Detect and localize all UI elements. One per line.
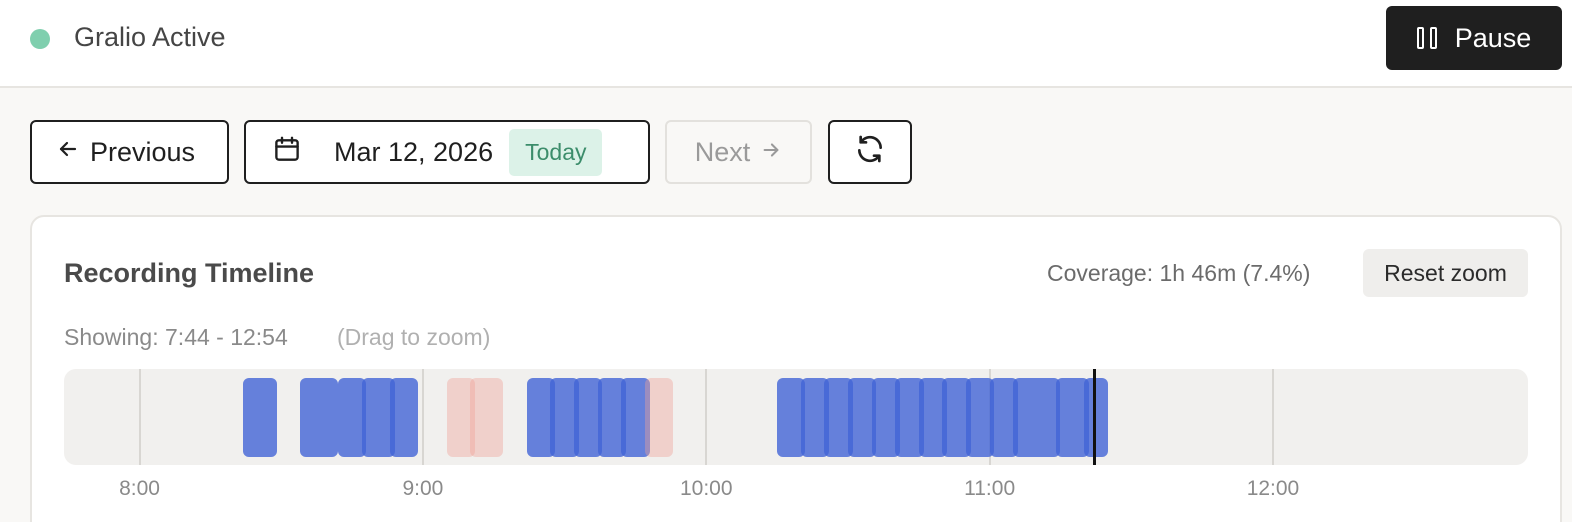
gridline: [138, 369, 141, 465]
gap-segment[interactable]: [644, 378, 674, 457]
timeline-track[interactable]: [64, 369, 1528, 465]
recording-segment[interactable]: [1013, 378, 1061, 457]
reset-zoom-button[interactable]: Reset zoom: [1363, 249, 1528, 297]
status-label: Gralio Active: [74, 22, 226, 52]
recording-segment[interactable]: [389, 378, 419, 457]
tick-label: 8:00: [119, 477, 160, 500]
timeline-title: Recording Timeline: [64, 258, 315, 288]
recording-segment[interactable]: [300, 378, 338, 457]
top-bar: Gralio Active Pause: [0, 0, 1572, 88]
coverage-text: Coverage: 1h 46m (7.4%): [1047, 260, 1311, 286]
date-picker-button[interactable]: Mar 12, 2026 Today: [244, 120, 650, 184]
recording-segment[interactable]: [1084, 378, 1108, 457]
previous-label: Previous: [90, 136, 196, 167]
calendar-icon: [272, 134, 302, 171]
current-time-marker: [1092, 369, 1096, 465]
gridline: [421, 369, 424, 465]
drag-hint: (Drag to zoom): [337, 324, 491, 350]
arrow-left-icon: [56, 137, 80, 168]
recording-segment[interactable]: [243, 378, 277, 457]
arrow-right-icon: [760, 137, 782, 168]
date-label: Mar 12, 2026: [334, 136, 494, 167]
refresh-icon: [854, 133, 886, 172]
showing-range: Showing: 7:44 - 12:54: [64, 324, 288, 350]
pause-label: Pause: [1454, 22, 1532, 53]
tick-label: 11:00: [964, 477, 1016, 500]
tick-label: 9:00: [402, 477, 444, 500]
next-label: Next: [694, 136, 751, 167]
next-day-button[interactable]: Next: [665, 120, 812, 184]
pause-button[interactable]: Pause: [1386, 6, 1562, 70]
gridline: [705, 369, 708, 465]
previous-day-button[interactable]: Previous: [30, 120, 229, 184]
today-badge: Today: [509, 128, 603, 176]
tick-label: 10:00: [679, 477, 733, 500]
pause-icon: [1416, 27, 1437, 49]
refresh-button[interactable]: [828, 120, 912, 184]
status-dot-icon: [30, 29, 50, 49]
gap-segment[interactable]: [470, 378, 504, 457]
gridline: [1271, 369, 1274, 465]
tick-label: 12:00: [1246, 477, 1300, 500]
